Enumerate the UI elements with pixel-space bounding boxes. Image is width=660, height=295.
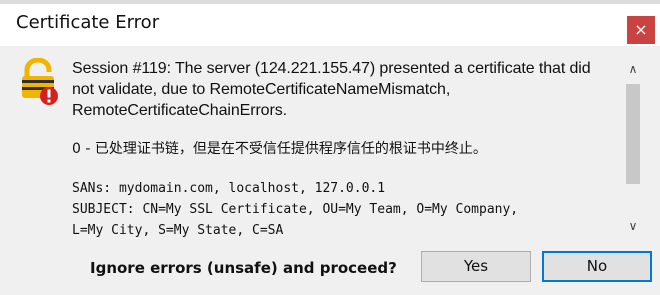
scroll-down-arrow-icon[interactable]: ∨ [622,219,644,237]
message-line-5: SANs: mydomain.com, localhost, 127.0.0.1 [72,181,386,196]
warning-lock-icon [22,58,58,105]
scroll-thumb[interactable] [626,84,640,184]
message-line-4: 0 - 已处理证书链，但是在不受信任提供程序信任的根证书中终止。 [72,141,487,157]
dialog-title: Certificate Error [16,12,160,33]
proceed-prompt: Ignore errors (unsafe) and proceed? [90,259,397,277]
message-line-2: not validate, due to RemoteCertificateNa… [72,81,451,98]
dialog-content: Session #119: The server (124.221.155.47… [0,46,660,295]
title-bar: Certificate Error × [0,4,660,46]
message-line-1: Session #119: The server (124.221.155.47… [72,60,591,77]
no-button[interactable]: No [542,251,652,282]
certificate-error-dialog: Certificate Error × Session #119: The se… [0,0,660,295]
message-scrollbar[interactable]: ∧ ∨ [622,52,644,241]
message-content: Session #119: The server (124.221.155.47… [72,58,620,241]
scroll-up-arrow-icon[interactable]: ∧ [622,62,644,80]
message-line-7: L=My City, S=My State, C=SA [72,223,284,238]
message-line-3: RemoteCertificateChainErrors. [72,102,287,119]
certificate-message-box[interactable]: Session #119: The server (124.221.155.47… [60,52,620,241]
close-button[interactable]: × [627,16,655,44]
message-line-6: SUBJECT: CN=My SSL Certificate, OU=My Te… [72,202,519,217]
yes-button[interactable]: Yes [421,251,531,282]
